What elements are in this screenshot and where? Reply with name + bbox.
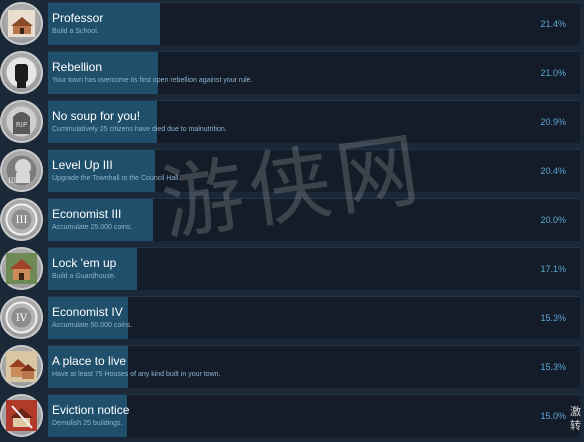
lion-emblem-icon: III bbox=[0, 149, 43, 192]
achievement-title: Level Up III bbox=[52, 158, 113, 172]
coin-roman-four-icon: IV bbox=[0, 296, 43, 339]
achievement-panel: Lock 'em up Build a Guardhouse. 17.1% bbox=[48, 247, 580, 290]
achievement-panel: Level Up III Upgrade the Townhall to the… bbox=[48, 149, 580, 192]
achievement-title: Professor bbox=[52, 11, 104, 25]
achievement-panel: No soup for you! Cummulatively 25 citize… bbox=[48, 100, 580, 143]
achievement-description: Your town has overcome its first open re… bbox=[52, 77, 253, 84]
gravestone-rip-icon: RIP bbox=[0, 100, 43, 143]
svg-text:III: III bbox=[16, 215, 28, 226]
unlock-percent: 15.0% bbox=[540, 411, 566, 421]
raised-fist-icon bbox=[0, 51, 43, 94]
achievement-title: Rebellion bbox=[52, 60, 103, 74]
svg-text:IV: IV bbox=[16, 313, 28, 324]
achievement-panel: Economist III Accumulate 25.000 coins. 2… bbox=[48, 198, 580, 241]
achievement-description: Accumulate 50.000 coins. bbox=[52, 322, 133, 329]
achievement-title: No soup for you! bbox=[52, 109, 141, 123]
achievement-row[interactable]: Rebellion Your town has overcome its fir… bbox=[0, 49, 584, 96]
achievement-panel: Professor Build a School. 21.4% bbox=[48, 2, 580, 45]
unlock-percent: 17.1% bbox=[540, 264, 566, 274]
unlock-percent: 20.0% bbox=[540, 215, 566, 225]
unlock-percent: 21.4% bbox=[540, 19, 566, 29]
achievement-row[interactable]: III Economist III Accumulate 25.000 coin… bbox=[0, 196, 584, 243]
achievement-row[interactable]: Professor Build a School. 21.4% bbox=[0, 0, 584, 47]
achievement-title: Economist IV bbox=[52, 305, 123, 319]
achievement-panel: Rebellion Your town has overcome its fir… bbox=[48, 51, 580, 94]
achievement-description: Cummulatively 25 citizens have died due … bbox=[52, 126, 227, 133]
svg-text:III: III bbox=[8, 177, 17, 185]
achievement-panel: Eviction notice Demolish 25 buildings. 1… bbox=[48, 394, 580, 437]
achievement-row[interactable]: Eviction notice Demolish 25 buildings. 1… bbox=[0, 392, 584, 439]
unlock-percent: 20.9% bbox=[540, 117, 566, 127]
achievement-row[interactable]: III Level Up III Upgrade the Townhall to… bbox=[0, 147, 584, 194]
school-building-icon bbox=[0, 2, 43, 45]
achievement-description: Demolish 25 buildings. bbox=[52, 420, 123, 427]
achievement-description: Build a Guardhouse. bbox=[52, 273, 116, 280]
demolished-house-icon bbox=[0, 394, 43, 437]
unlock-percent: 15.3% bbox=[540, 313, 566, 323]
achievement-title: Eviction notice bbox=[52, 403, 130, 417]
corner-overlay-text: 激转 bbox=[570, 405, 581, 432]
achievement-panel: A place to live Have at least 75 Houses … bbox=[48, 345, 580, 388]
achievement-title: Economist III bbox=[52, 207, 122, 221]
guardhouse-icon bbox=[0, 247, 43, 290]
achievement-row[interactable]: Lock 'em up Build a Guardhouse. 17.1% bbox=[0, 245, 584, 292]
unlock-percent: 21.0% bbox=[540, 68, 566, 78]
unlock-percent: 15.3% bbox=[540, 362, 566, 372]
houses-icon bbox=[0, 345, 43, 388]
svg-text:RIP: RIP bbox=[16, 121, 27, 129]
achievement-description: Upgrade the Townhall to the Council Hall… bbox=[52, 175, 181, 182]
achievement-row[interactable]: A place to live Have at least 75 Houses … bbox=[0, 343, 584, 390]
achievement-title: Lock 'em up bbox=[52, 256, 117, 270]
achievement-panel: Economist IV Accumulate 50.000 coins. 15… bbox=[48, 296, 580, 339]
coin-roman-three-icon: III bbox=[0, 198, 43, 241]
achievement-description: Have at least 75 Houses of any kind buil… bbox=[52, 371, 221, 378]
achievement-row[interactable]: IV Economist IV Accumulate 50.000 coins.… bbox=[0, 294, 584, 341]
achievement-description: Accumulate 25.000 coins. bbox=[52, 224, 133, 231]
achievement-row[interactable]: RIP No soup for you! Cummulatively 25 ci… bbox=[0, 98, 584, 145]
achievement-title: A place to live bbox=[52, 354, 127, 368]
achievement-description: Build a School. bbox=[52, 28, 99, 35]
unlock-percent: 20.4% bbox=[540, 166, 566, 176]
